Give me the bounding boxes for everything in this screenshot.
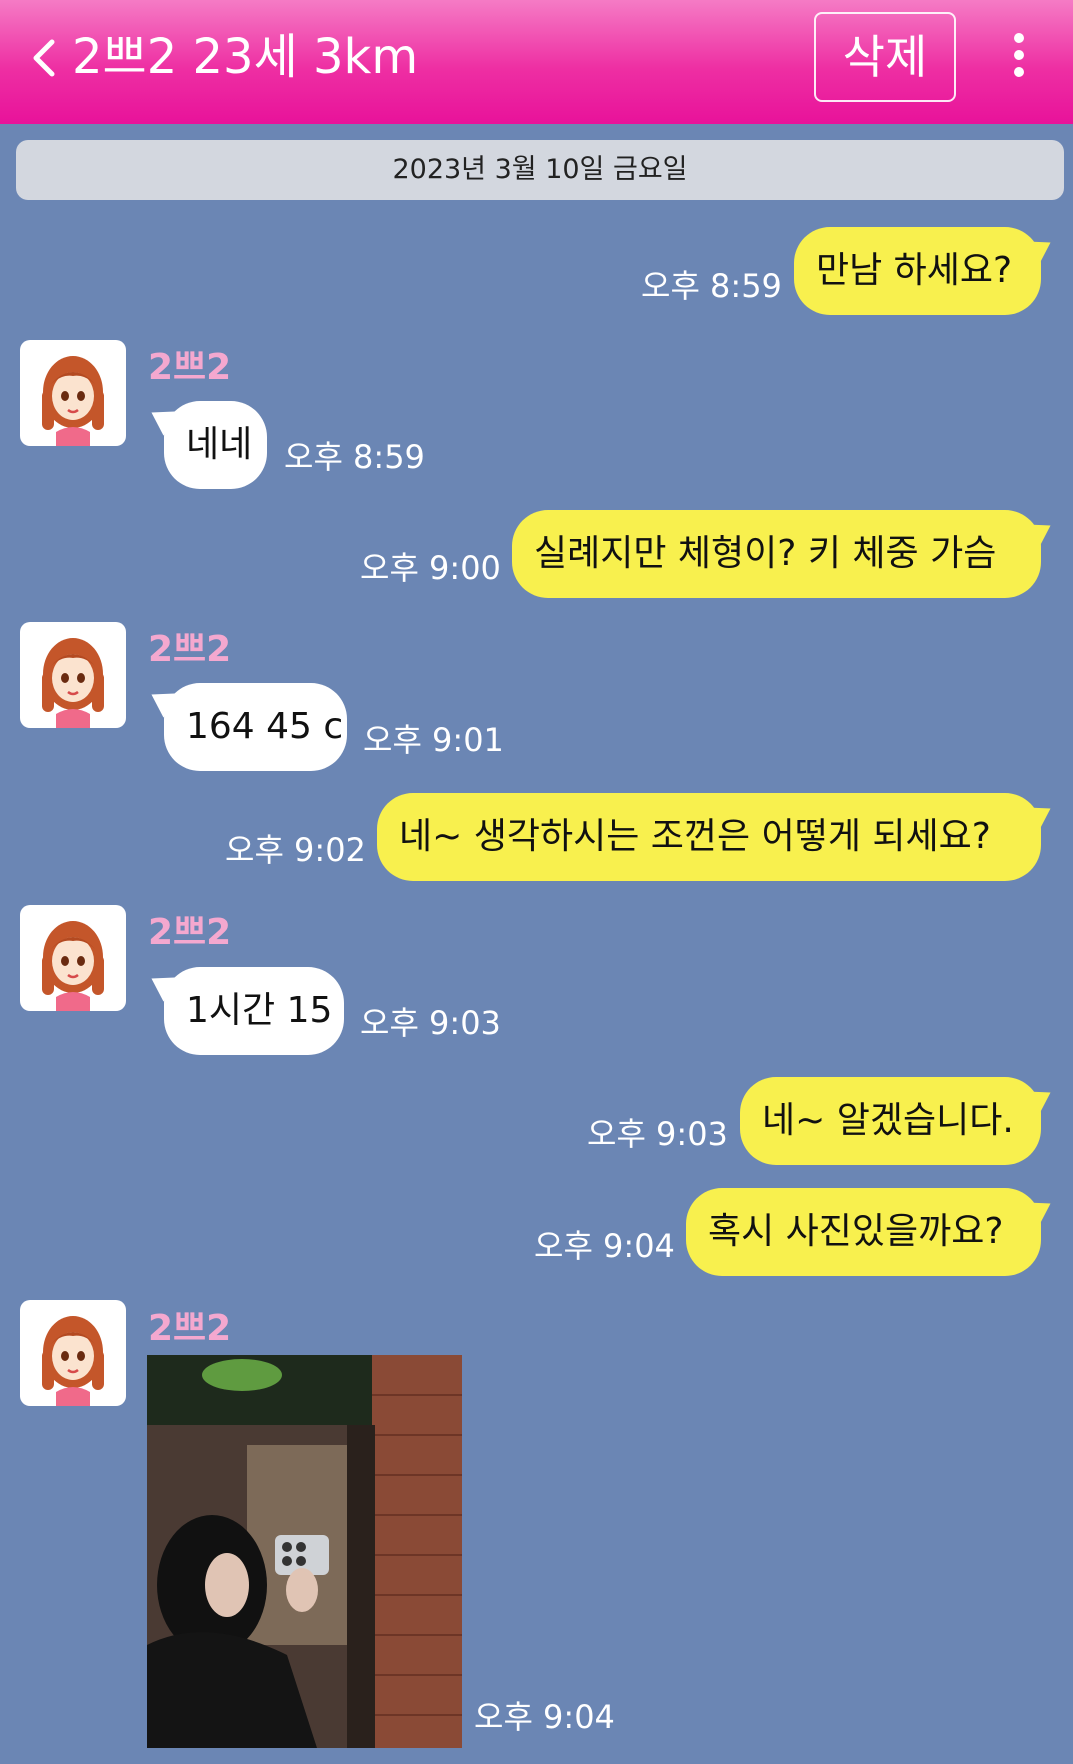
delete-button[interactable]: 삭제	[814, 12, 956, 102]
chat-header: 2쁘2 23세 3km 삭제	[0, 0, 1073, 124]
my-message-bubble[interactable]: 네~ 생각하시는 조껀은 어떻게 되세요?	[377, 793, 1041, 881]
message-time: 오후 8:59	[641, 267, 782, 305]
their-message-bubble[interactable]: 네네	[164, 401, 267, 489]
sender-name: 2쁘2	[148, 1308, 232, 1349]
my-message-bubble[interactable]: 실례지만 체형이? 키 체중 가슴	[512, 510, 1041, 598]
sender-name: 2쁘2	[148, 347, 232, 388]
photo-message[interactable]	[147, 1355, 462, 1748]
message-time: 오후 9:04	[474, 1698, 615, 1736]
date-divider: 2023년 3월 10일 금요일	[16, 140, 1064, 200]
avatar[interactable]	[20, 1300, 126, 1406]
back-button[interactable]	[26, 34, 62, 82]
my-message-bubble[interactable]: 네~ 알겠습니다.	[740, 1077, 1041, 1165]
message-time: 오후 9:03	[360, 1004, 501, 1042]
sender-name: 2쁘2	[148, 629, 232, 670]
more-vertical-icon	[1014, 33, 1024, 77]
more-menu-button[interactable]	[1004, 30, 1034, 80]
chat-title: 2쁘2 23세 3km	[72, 29, 419, 85]
avatar[interactable]	[20, 622, 126, 728]
avatar[interactable]	[20, 340, 126, 446]
message-time: 오후 8:59	[284, 438, 425, 476]
message-time: 오후 9:01	[363, 721, 504, 759]
cartoon-girl-avatar-icon	[42, 921, 104, 1011]
cartoon-girl-avatar-icon	[42, 638, 104, 728]
sender-name: 2쁘2	[148, 912, 232, 953]
message-time: 오후 9:02	[225, 831, 366, 869]
message-time: 오후 9:00	[360, 549, 501, 587]
message-time: 오후 9:03	[587, 1115, 728, 1153]
cartoon-girl-avatar-icon	[42, 1316, 104, 1406]
avatar[interactable]	[20, 905, 126, 1011]
selfie-photo-image	[147, 1355, 462, 1748]
my-message-bubble[interactable]: 만남 하세요?	[794, 227, 1041, 315]
message-time: 오후 9:04	[534, 1227, 675, 1265]
my-message-bubble[interactable]: 혹시 사진있을까요?	[686, 1188, 1041, 1276]
cartoon-girl-avatar-icon	[42, 356, 104, 446]
their-message-bubble[interactable]: 1시간 15	[164, 967, 344, 1055]
their-message-bubble[interactable]: 164 45 c	[164, 683, 347, 771]
chevron-left-icon	[33, 39, 55, 77]
